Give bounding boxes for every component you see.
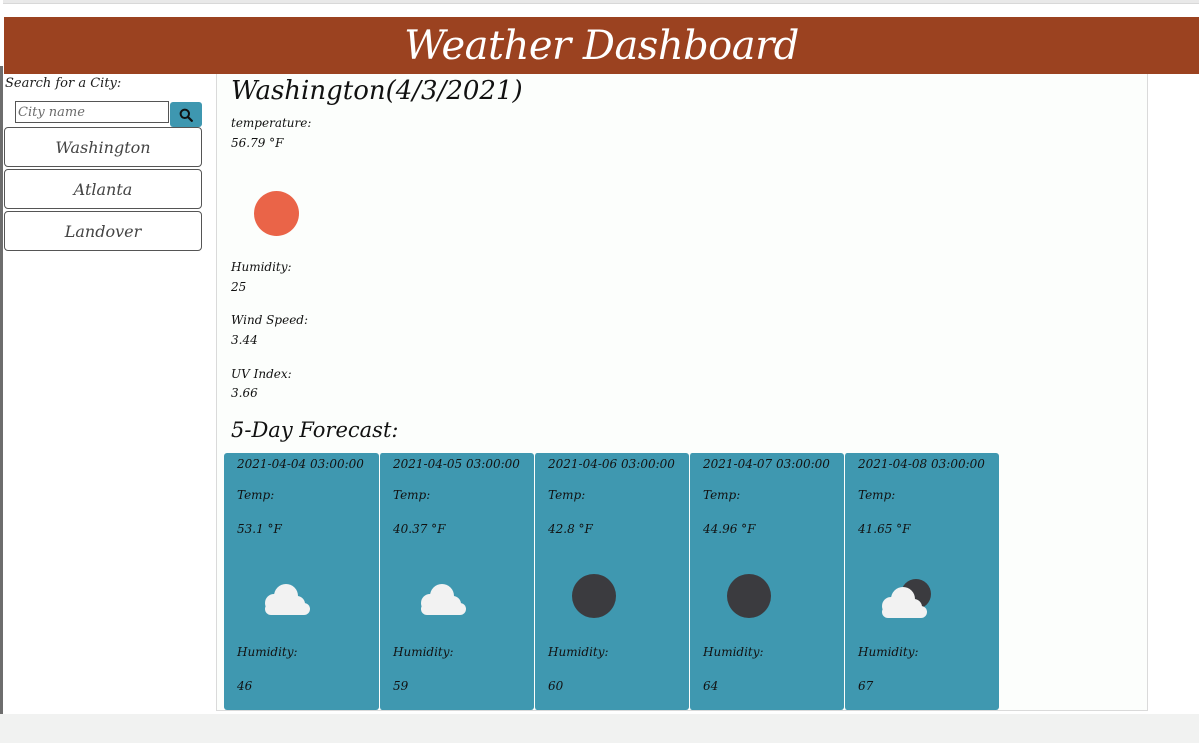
app-header: Weather Dashboard (4, 17, 1199, 74)
search-label: Search for a City: (5, 76, 122, 91)
city-search-input[interactable] (15, 101, 169, 123)
forecast-card: 2021-04-06 03:00:00 Temp: 42.8 °F Humidi… (534, 453, 689, 710)
humidity-label: Humidity: (231, 260, 292, 274)
clear-sun-icon (254, 191, 299, 236)
partly-cloudy-night-icon (882, 579, 931, 618)
window-left-edge (0, 0, 3, 743)
weather-panel: Washington(4/3/2021) temperature: 56.79 … (216, 74, 1148, 711)
page-bottom-area (0, 714, 1199, 743)
current-city-title: Washington(4/3/2021) (231, 76, 523, 106)
forecast-humidity-label: Humidity: (548, 645, 609, 659)
temperature-value: 56.79 °F (231, 136, 284, 150)
clear-night-icon (572, 574, 616, 618)
forecast-temp: 41.65 °F (858, 522, 911, 536)
forecast-date: 2021-04-08 03:00:00 (858, 457, 985, 471)
page-title: Weather Dashboard (404, 22, 799, 69)
forecast-temp: 53.1 °F (237, 522, 282, 536)
forecast-date: 2021-04-06 03:00:00 (548, 457, 675, 471)
forecast-temp: 42.8 °F (548, 522, 593, 536)
forecast-row: 2021-04-04 03:00:00 Temp: 53.1 °F Humidi… (224, 453, 999, 710)
forecast-temp: 40.37 °F (393, 522, 446, 536)
forecast-humidity-label: Humidity: (237, 645, 298, 659)
forecast-date: 2021-04-05 03:00:00 (393, 457, 520, 471)
forecast-humidity: 60 (548, 679, 564, 693)
forecast-temp-label: Temp: (548, 488, 586, 502)
uv-index-label: UV Index: (231, 367, 292, 381)
sidebar: Search for a City: Washington Atlanta La… (4, 74, 216, 714)
forecast-temp-label: Temp: (703, 488, 741, 502)
forecast-card: 2021-04-08 03:00:00 Temp: 41.65 °F Humid… (844, 453, 999, 710)
browser-top-edge (0, 0, 1199, 4)
humidity-value: 25 (231, 280, 247, 294)
forecast-humidity: 46 (237, 679, 253, 693)
forecast-temp-label: Temp: (393, 488, 431, 502)
window-left-edge-top (0, 0, 3, 66)
forecast-humidity: 59 (393, 679, 409, 693)
wind-speed-label: Wind Speed: (231, 313, 309, 327)
forecast-temp-label: Temp: (237, 488, 275, 502)
forecast-humidity: 64 (703, 679, 719, 693)
history-city-button[interactable]: Landover (4, 211, 202, 251)
forecast-temp: 44.96 °F (703, 522, 756, 536)
forecast-temp-label: Temp: (858, 488, 896, 502)
forecast-humidity: 67 (858, 679, 874, 693)
history-city-button[interactable]: Washington (4, 127, 202, 167)
forecast-date: 2021-04-07 03:00:00 (703, 457, 830, 471)
clear-night-icon (727, 574, 771, 618)
cloud-icon (421, 584, 466, 615)
history-city-button[interactable]: Atlanta (4, 169, 202, 209)
forecast-humidity-label: Humidity: (393, 645, 454, 659)
forecast-card: 2021-04-04 03:00:00 Temp: 53.1 °F Humidi… (224, 453, 379, 710)
search-icon (179, 108, 193, 122)
wind-speed-value: 3.44 (231, 333, 258, 347)
temperature-label: temperature: (231, 116, 312, 130)
forecast-humidity-label: Humidity: (703, 645, 764, 659)
forecast-title: 5-Day Forecast: (231, 418, 399, 442)
forecast-date: 2021-04-04 03:00:00 (237, 457, 364, 471)
search-history-list: Washington Atlanta Landover (4, 127, 202, 253)
forecast-humidity-label: Humidity: (858, 645, 919, 659)
forecast-card: 2021-04-07 03:00:00 Temp: 44.96 °F Humid… (689, 453, 844, 710)
uv-index-value: 3.66 (231, 386, 258, 400)
cloud-icon (265, 584, 310, 615)
forecast-card: 2021-04-05 03:00:00 Temp: 40.37 °F Humid… (379, 453, 534, 710)
search-button[interactable] (170, 102, 202, 127)
